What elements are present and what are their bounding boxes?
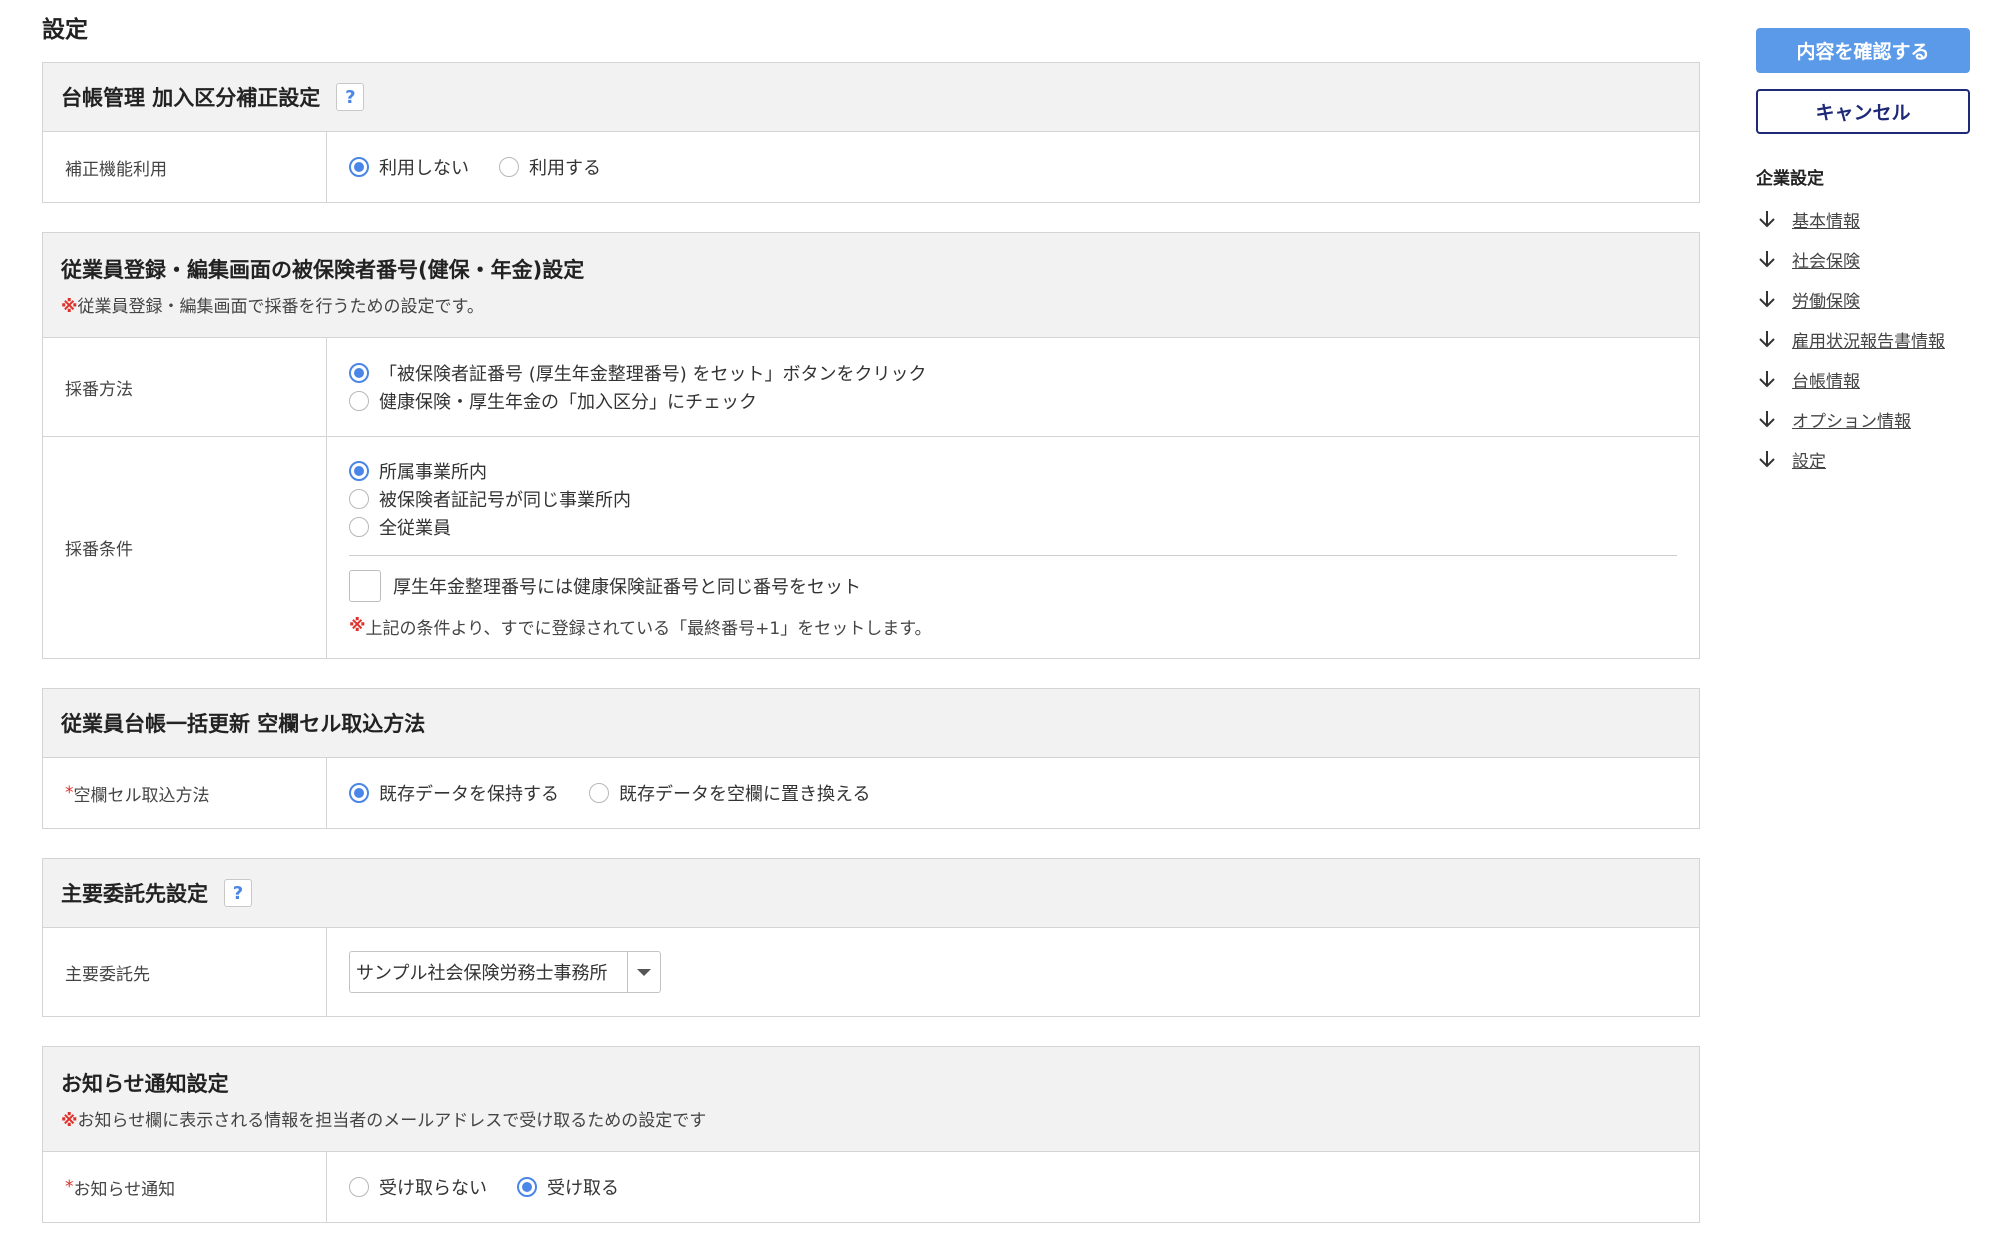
divider [349,554,1677,556]
radio-method-checkbox[interactable] [349,391,369,411]
note-mark: ※ [61,296,78,317]
radio-keep-existing[interactable] [349,783,369,803]
nav-link[interactable]: オプション情報 [1792,407,1911,432]
section-title: 台帳管理 加入区分補正設定 [61,86,321,110]
radio-not-use[interactable] [349,157,369,177]
page-title: 設定 [42,17,88,43]
section-title: 従業員台帳一括更新 空欄セル取込方法 [61,712,426,736]
row-label: * お知らせ通知 [43,1152,327,1222]
arrow-down-icon [1756,248,1778,270]
radio-label: 既存データを保持する [379,784,559,805]
section-title: お知らせ通知設定 [61,1071,229,1096]
radio-replace-blank[interactable] [589,783,609,803]
checkbox-label: 厚生年金整理番号には健康保険証番号と同じ番号をセット [393,576,861,598]
nav-link[interactable]: 基本情報 [1792,207,1860,232]
nav-link[interactable]: 設定 [1792,447,1826,472]
settings-main: 台帳管理 加入区分補正設定 ? 補正機能利用 利用しない 利用する 従業員登録・… [42,62,1700,1252]
row-label: 補正機能利用 [43,132,327,202]
radio-condition-symbol[interactable] [349,488,369,509]
cancel-button[interactable]: キャンセル [1756,89,1970,134]
arrow-down-icon [1756,408,1778,430]
nav-item[interactable]: オプション情報 [1756,399,1970,439]
section-note: お知らせ欄に表示される情報を担当者のメールアドレスで受け取るための設定です [77,1110,707,1131]
condition-note: 上記の条件より、すでに登録されている「最終番号+1」をセットします。 [365,618,932,639]
section-header: 台帳管理 加入区分補正設定 ? [43,63,1699,132]
consignee-select[interactable]: サンプル社会保険労務士事務所 [349,951,661,993]
radio-label: 既存データを空欄に置き換える [619,784,871,805]
confirm-button[interactable]: 内容を確認する [1756,28,1970,73]
arrow-down-icon [1756,328,1778,350]
radio-label: 受け取る [547,1178,619,1199]
note-mark: ※ [61,1110,78,1131]
row-label: 主要委託先 [43,928,327,1016]
radio-condition-office[interactable] [349,460,369,481]
blank-cell-row: * 空欄セル取込方法 既存データを保持する 既存データを空欄に置き換える [43,758,1699,828]
consignee-row: 主要委託先 サンプル社会保険労務士事務所 [43,928,1699,1016]
select-value: サンプル社会保険労務士事務所 [356,963,608,984]
note-mark: ※ [349,616,366,636]
correction-usage-row: 補正機能利用 利用しない 利用する [43,132,1699,202]
radio-method-button[interactable] [349,363,369,383]
nav-item[interactable]: 台帳情報 [1756,359,1970,399]
row-label: 採番条件 [43,437,327,658]
radio-label: 「被保険者証番号 (厚生年金整理番号) をセット」ボタンをクリック [379,364,927,385]
radio-label: 利用しない [379,158,469,179]
nav-item[interactable]: 労働保険 [1756,279,1970,319]
nav-item[interactable]: 基本情報 [1756,199,1970,239]
same-number-checkbox[interactable] [349,569,381,602]
section-note: 従業員登録・編集画面で採番を行うための設定です。 [77,296,484,317]
radio-receive[interactable] [517,1177,537,1197]
bulk-update-section: 従業員台帳一括更新 空欄セル取込方法 * 空欄セル取込方法 既存データを保持する … [42,688,1700,829]
nav-title: 企業設定 [1756,169,1824,189]
section-title: 主要委託先設定 [61,882,208,906]
radio-not-receive[interactable] [349,1177,369,1197]
notification-row: * お知らせ通知 受け取らない 受け取る [43,1152,1699,1222]
radio-label: 利用する [529,158,601,179]
arrow-down-icon [1756,288,1778,310]
nav-item[interactable]: 設定 [1756,439,1970,479]
section-header: 従業員台帳一括更新 空欄セル取込方法 [43,689,1699,758]
section-title: 従業員登録・編集画面の被保険者番号(健保・年金)設定 [61,257,585,282]
required-mark: * [65,1177,74,1197]
radio-label: 被保険者証記号が同じ事業所内 [379,489,631,511]
sidebar: 内容を確認する キャンセル 企業設定 基本情報社会保険労働保険雇用状況報告書情報… [1756,28,1970,479]
radio-condition-all[interactable] [349,516,369,537]
row-label: 採番方法 [43,338,327,436]
help-icon[interactable]: ? [336,83,365,111]
nav-item[interactable]: 雇用状況報告書情報 [1756,319,1970,359]
help-icon[interactable]: ? [224,879,252,907]
radio-use[interactable] [499,157,519,177]
notification-section: お知らせ通知設定 ※お知らせ欄に表示される情報を担当者のメールアドレスで受け取る… [42,1046,1700,1223]
section-header: お知らせ通知設定 ※お知らせ欄に表示される情報を担当者のメールアドレスで受け取る… [43,1047,1699,1152]
section-header: 主要委託先設定 ? [43,859,1699,928]
arrow-down-icon [1756,448,1778,470]
nav-item[interactable]: 社会保険 [1756,239,1970,279]
radio-label: 受け取らない [379,1178,487,1199]
anchor-nav: 基本情報社会保険労働保険雇用状況報告書情報 台帳情報オプション情報 設定 [1756,199,1970,479]
ledger-correction-section: 台帳管理 加入区分補正設定 ? 補正機能利用 利用しない 利用する [42,62,1700,203]
required-mark: * [65,783,74,803]
radio-label: 全従業員 [379,517,451,539]
insured-number-section: 従業員登録・編集画面の被保険者番号(健保・年金)設定 ※従業員登録・編集画面で採… [42,232,1700,659]
radio-label: 健康保険・厚生年金の「加入区分」にチェック [379,392,757,413]
nav-link[interactable]: 雇用状況報告書情報 [1792,327,1945,352]
nav-link[interactable]: 台帳情報 [1792,367,1860,392]
arrow-down-icon [1756,368,1778,390]
arrow-down-icon [1756,208,1778,230]
numbering-method-row: 採番方法 「被保険者証番号 (厚生年金整理番号) をセット」ボタンをクリック 健… [43,338,1699,436]
row-label: * 空欄セル取込方法 [43,758,327,828]
numbering-condition-row: 採番条件 所属事業所内 被保険者証記号が同じ事業所内 全従業員 厚生年金整理番号… [43,436,1699,658]
chevron-down-icon[interactable] [627,952,660,992]
nav-link[interactable]: 社会保険 [1792,247,1860,272]
radio-label: 所属事業所内 [379,461,487,483]
section-header: 従業員登録・編集画面の被保険者番号(健保・年金)設定 ※従業員登録・編集画面で採… [43,233,1699,338]
nav-link[interactable]: 労働保険 [1792,287,1860,312]
main-consignee-section: 主要委託先設定 ? 主要委託先 サンプル社会保険労務士事務所 [42,858,1700,1017]
